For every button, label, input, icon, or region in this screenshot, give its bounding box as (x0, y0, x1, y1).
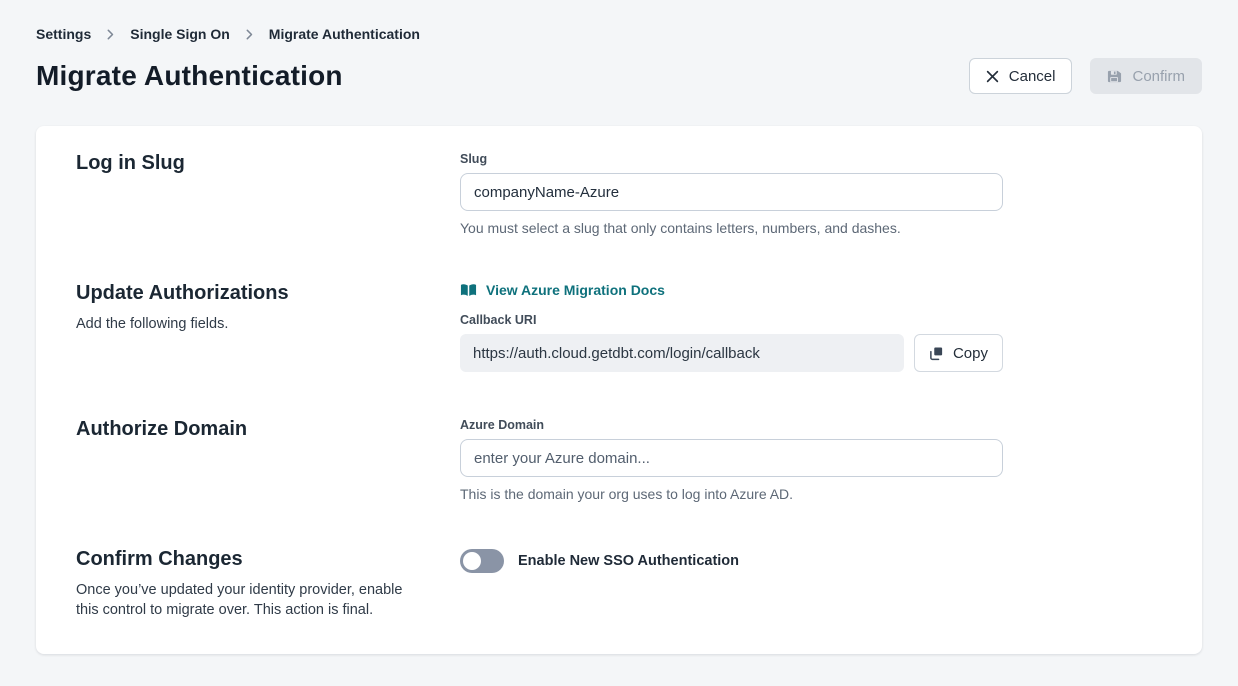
page-title: Migrate Authentication (36, 60, 343, 92)
toggle-knob (463, 552, 481, 570)
breadcrumb-single-sign-on[interactable]: Single Sign On (130, 26, 230, 42)
cancel-button[interactable]: Cancel (969, 58, 1073, 94)
section-authorize-domain: Authorize Domain Azure Domain This is th… (76, 418, 1162, 502)
azure-domain-helper-text: This is the domain your org uses to log … (460, 486, 1003, 502)
confirm-changes-description: Once you’ve updated your identity provid… (76, 580, 412, 620)
breadcrumb: Settings Single Sign On Migrate Authenti… (36, 26, 1202, 42)
confirm-changes-heading: Confirm Changes (76, 548, 460, 571)
section-confirm-changes: Confirm Changes Once you’ve updated your… (76, 548, 1162, 620)
confirm-button-label: Confirm (1132, 68, 1185, 85)
confirm-button[interactable]: Confirm (1090, 58, 1202, 94)
slug-label: Slug (460, 152, 1003, 166)
update-authorizations-heading: Update Authorizations (76, 282, 460, 305)
azure-domain-label: Azure Domain (460, 418, 1003, 432)
callback-uri-label: Callback URI (460, 313, 1003, 327)
azure-migration-docs-link-label: View Azure Migration Docs (486, 282, 665, 298)
chevron-right-icon (105, 29, 116, 40)
enable-sso-toggle[interactable] (460, 549, 504, 573)
copy-icon (929, 346, 944, 361)
enable-sso-toggle-label: Enable New SSO Authentication (518, 553, 739, 569)
chevron-right-icon (244, 29, 255, 40)
breadcrumb-settings[interactable]: Settings (36, 26, 91, 42)
callback-uri-field[interactable]: https://auth.cloud.getdbt.com/login/call… (460, 334, 904, 372)
azure-domain-input[interactable] (460, 439, 1003, 477)
title-row: Migrate Authentication Cancel (36, 58, 1202, 94)
save-icon (1107, 69, 1122, 84)
copy-button-label: Copy (953, 345, 988, 362)
header-actions: Cancel Confirm (969, 58, 1202, 94)
cancel-button-label: Cancel (1009, 68, 1056, 85)
authorize-domain-heading: Authorize Domain (76, 418, 460, 441)
close-icon (986, 70, 999, 83)
page-header: Settings Single Sign On Migrate Authenti… (0, 0, 1238, 94)
slug-input[interactable] (460, 173, 1003, 211)
update-authorizations-subtitle: Add the following fields. (76, 314, 412, 334)
azure-migration-docs-link[interactable]: View Azure Migration Docs (460, 282, 1003, 298)
copy-button[interactable]: Copy (914, 334, 1003, 372)
login-slug-heading: Log in Slug (76, 152, 460, 175)
book-icon (460, 283, 477, 297)
section-update-authorizations: Update Authorizations Add the following … (76, 282, 1162, 372)
breadcrumb-migrate-authentication: Migrate Authentication (269, 26, 420, 42)
settings-card: Log in Slug Slug You must select a slug … (36, 126, 1202, 654)
section-login-slug: Log in Slug Slug You must select a slug … (76, 152, 1162, 236)
slug-helper-text: You must select a slug that only contain… (460, 220, 1003, 236)
